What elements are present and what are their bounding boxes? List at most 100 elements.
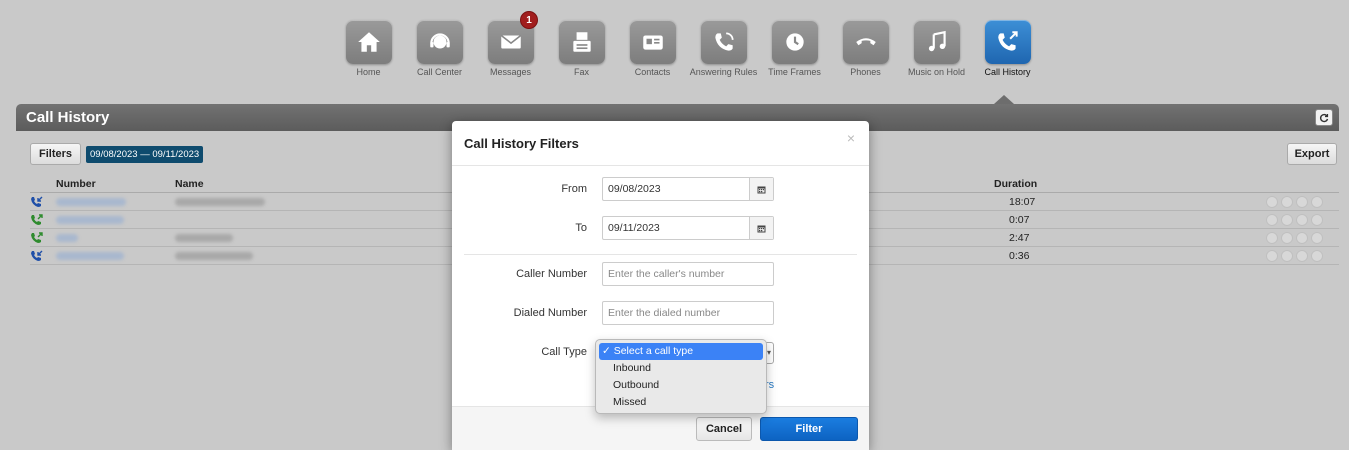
caller-name-redacted: [175, 252, 253, 260]
refresh-button[interactable]: [1315, 109, 1333, 126]
caller-name-redacted: [175, 198, 265, 206]
calendar-icon[interactable]: [749, 217, 773, 239]
active-tab-indicator: [994, 95, 1014, 104]
details-icon[interactable]: [1296, 196, 1308, 208]
nav-label: Call History: [984, 67, 1031, 77]
download-icon[interactable]: [1281, 214, 1293, 226]
column-header-duration[interactable]: Duration: [994, 178, 1037, 190]
caller-number-label: Caller Number: [516, 268, 587, 280]
nav-label: Messages: [489, 67, 532, 77]
cancel-button[interactable]: Cancel: [696, 417, 752, 441]
call-type-dropdown: ✓ Select a call type Inbound Outbound Mi…: [595, 339, 767, 414]
outbound-call-icon: [31, 214, 43, 225]
call-duration: 0:36: [1009, 250, 1030, 262]
contact-card-icon: [629, 20, 676, 64]
add-contact-icon[interactable]: [1311, 250, 1323, 262]
download-icon[interactable]: [1281, 196, 1293, 208]
close-icon[interactable]: ×: [847, 130, 855, 146]
nav-label: Fax: [573, 67, 589, 77]
from-label: From: [561, 183, 587, 195]
nav-label: Time Frames: [768, 67, 821, 77]
nav-call-center[interactable]: Call Center: [404, 20, 475, 100]
add-contact-icon[interactable]: [1311, 214, 1323, 226]
play-recording-icon[interactable]: [1266, 232, 1278, 244]
dialed-number-label: Dialed Number: [513, 307, 587, 319]
refresh-icon: [1319, 113, 1329, 122]
messages-count-badge: 1: [520, 11, 538, 29]
add-contact-icon[interactable]: [1311, 232, 1323, 244]
clock-icon: [771, 20, 818, 64]
add-contact-icon[interactable]: [1311, 196, 1323, 208]
filter-button[interactable]: Filter: [760, 417, 858, 441]
details-icon[interactable]: [1296, 214, 1308, 226]
call-duration: 0:07: [1009, 214, 1030, 226]
inbound-call-icon: [31, 250, 43, 261]
download-icon[interactable]: [1281, 250, 1293, 262]
export-button[interactable]: Export: [1287, 143, 1337, 165]
filter-toolbar: Filters 09/08/2023 — 09/11/2023: [30, 143, 204, 165]
nav-label: Call Center: [416, 67, 463, 77]
dialed-number-input[interactable]: Enter the dialed number: [602, 301, 774, 325]
nav-label: Music on Hold: [907, 67, 966, 77]
fax-icon: [558, 20, 605, 64]
nav-label: Contacts: [634, 67, 671, 77]
date-range-chip[interactable]: 09/08/2023 — 09/11/2023: [86, 145, 204, 163]
details-icon[interactable]: [1296, 232, 1308, 244]
nav-items: Home Call Center 1 Messages Fax Contacts…: [333, 11, 1043, 100]
nav-messages[interactable]: 1 Messages: [475, 11, 546, 100]
call-duration: 2:47: [1009, 232, 1030, 244]
dropdown-option-outbound[interactable]: Outbound: [599, 377, 763, 394]
nav-label: Home: [356, 67, 381, 77]
row-actions: [1266, 196, 1323, 208]
nav-label: Phones: [850, 67, 881, 77]
column-header-name[interactable]: Name: [175, 178, 204, 190]
nav-answering-rules[interactable]: Answering Rules: [688, 20, 759, 100]
nav-home[interactable]: Home: [333, 20, 404, 100]
phone-handset-icon: [842, 20, 889, 64]
to-date-input[interactable]: 09/11/2023: [602, 216, 774, 240]
nav-call-history[interactable]: Call History: [972, 20, 1043, 100]
nav-contacts[interactable]: Contacts: [617, 20, 688, 100]
caller-name-redacted: [175, 234, 233, 242]
dropdown-option-missed[interactable]: Missed: [599, 394, 763, 411]
nav-music-on-hold[interactable]: Music on Hold: [901, 20, 972, 100]
from-date-value: 09/08/2023: [608, 183, 661, 195]
modal-title: Call History Filters: [464, 136, 579, 151]
row-actions: [1266, 214, 1323, 226]
nav-phones[interactable]: Phones: [830, 20, 901, 100]
row-actions: [1266, 250, 1323, 262]
phone-rules-icon: [700, 20, 747, 64]
chevron-down-icon: ▾: [766, 348, 771, 357]
home-icon: [345, 20, 392, 64]
nav-label: Answering Rules: [689, 67, 758, 77]
music-note-icon: [913, 20, 960, 64]
dropdown-option-inbound[interactable]: Inbound: [599, 360, 763, 377]
caller-number-redacted[interactable]: [56, 252, 124, 260]
play-recording-icon[interactable]: [1266, 250, 1278, 262]
column-header-number[interactable]: Number: [56, 178, 96, 190]
call-history-icon: [984, 20, 1031, 64]
details-icon[interactable]: [1296, 250, 1308, 262]
call-duration: 18:07: [1009, 196, 1036, 208]
play-recording-icon[interactable]: [1266, 196, 1278, 208]
filters-button[interactable]: Filters: [30, 143, 82, 165]
call-type-label: Call Type: [541, 346, 587, 358]
download-icon[interactable]: [1281, 232, 1293, 244]
play-recording-icon[interactable]: [1266, 214, 1278, 226]
calendar-icon[interactable]: [749, 178, 773, 200]
caller-number-input[interactable]: Enter the caller's number: [602, 262, 774, 286]
row-actions: [1266, 232, 1323, 244]
outbound-call-icon: [31, 232, 43, 243]
dropdown-option-select-call-type[interactable]: ✓ Select a call type: [599, 343, 763, 360]
caller-number-redacted[interactable]: [56, 234, 78, 242]
nav-time-frames[interactable]: Time Frames: [759, 20, 830, 100]
page-title: Call History: [26, 109, 110, 126]
top-navigation: Home Call Center 1 Messages Fax Contacts…: [0, 0, 1349, 104]
nav-fax[interactable]: Fax: [546, 20, 617, 100]
from-date-input[interactable]: 09/08/2023: [602, 177, 774, 201]
form-divider: [464, 254, 857, 255]
headset-icon: [416, 20, 463, 64]
caller-number-redacted[interactable]: [56, 216, 124, 224]
to-label: To: [575, 222, 587, 234]
caller-number-redacted[interactable]: [56, 198, 126, 206]
